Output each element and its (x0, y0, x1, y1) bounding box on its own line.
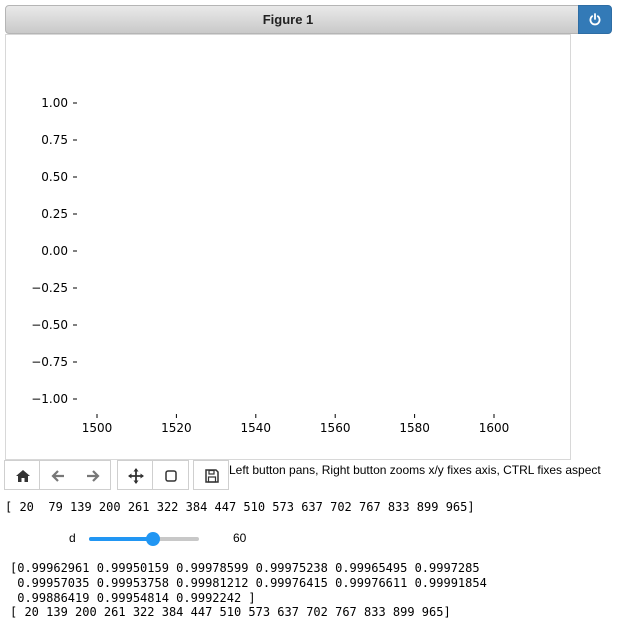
toolbar-help-text: Left button pans, Right button zooms x/y… (229, 463, 601, 477)
move-icon (128, 468, 144, 484)
figure-title: Figure 1 (262, 12, 314, 27)
close-figure-button[interactable] (578, 5, 612, 34)
y-tick-label: 0.25 (41, 207, 68, 221)
x-tick-label: 1580 (399, 421, 430, 435)
power-icon (589, 13, 601, 26)
slider-fill (89, 537, 153, 541)
y-tick-label: −1.00 (31, 392, 68, 406)
slider-thumb[interactable] (145, 532, 160, 546)
y-tick-label: 0.00 (41, 244, 68, 258)
arrow-left-icon (51, 470, 64, 482)
output-line-last: [ 20 139 200 261 322 384 447 510 573 637… (10, 605, 451, 619)
x-tick-label: 1540 (241, 421, 272, 435)
y-tick-label: 1.00 (41, 96, 68, 110)
x-tick-label: 1600 (479, 421, 510, 435)
forward-button[interactable] (75, 460, 111, 490)
plot-svg: 1500 1520 1540 1560 1580 1600 1.00 0.75 0.50 0.25… (31, 96, 510, 435)
y-tick-label: −0.50 (31, 318, 68, 332)
y-tick-label: −0.75 (31, 355, 68, 369)
output-array-line-2: 0.99957035 0.99953758 0.99981212 0.99976… (10, 576, 487, 590)
arrow-right-icon (87, 470, 100, 482)
y-tick-label: 0.50 (41, 170, 68, 184)
y-tick-label: −0.25 (31, 281, 68, 295)
pan-button[interactable] (117, 460, 153, 490)
home-button[interactable] (4, 460, 40, 490)
d-slider[interactable] (89, 532, 199, 546)
floppy-disk-icon (205, 469, 219, 483)
back-button[interactable] (40, 460, 76, 490)
figure-titlebar: Figure 1 (5, 5, 611, 34)
slider-label: d (69, 531, 76, 545)
x-tick-label: 1500 (82, 421, 113, 435)
x-tick-label: 1520 (161, 421, 192, 435)
output-line-1: [ 20 79 139 200 261 322 384 447 510 573 … (5, 500, 475, 514)
home-icon (16, 470, 30, 482)
plot-canvas[interactable]: 1500 1520 1540 1560 1580 1600 1.00 0.75 0.50 0.25… (5, 34, 571, 460)
output-array-line-3: 0.99886419 0.99954814 0.9992242 ] (10, 591, 256, 605)
save-button[interactable] (193, 460, 229, 490)
y-tick-label: 0.75 (41, 133, 68, 147)
slider-value: 60 (233, 531, 247, 545)
zoom-button[interactable] (153, 460, 189, 490)
output-array-line-1: [0.99962961 0.99950159 0.99978599 0.9997… (10, 561, 480, 575)
square-icon (165, 470, 177, 482)
x-tick-label: 1560 (320, 421, 351, 435)
